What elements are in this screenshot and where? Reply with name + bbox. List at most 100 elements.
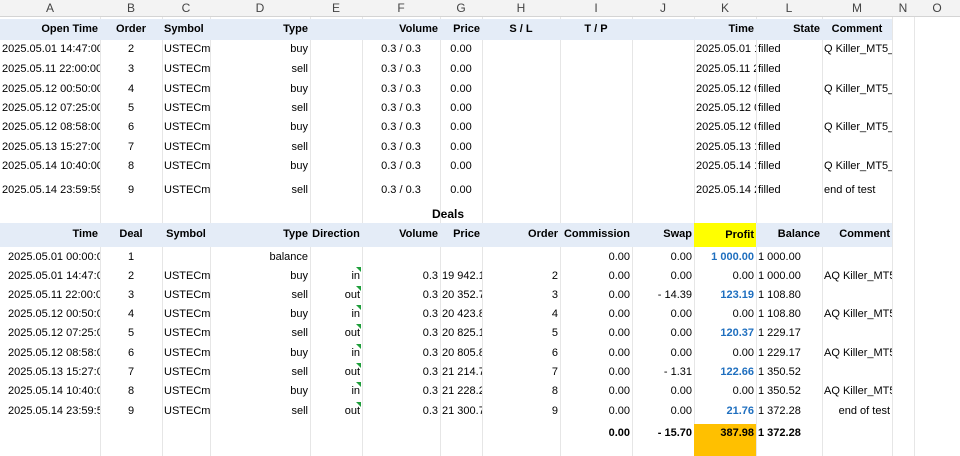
deals-header-10[interactable]: Profit: [694, 223, 756, 247]
column-header-b[interactable]: B: [100, 0, 162, 17]
orders-cell[interactable]: 2025.05.12 00:50:00: [694, 80, 756, 99]
deals-cell[interactable]: 0.00: [560, 363, 632, 382]
orders-cell[interactable]: buy: [210, 80, 310, 99]
deals-cell[interactable]: 1 372.28: [756, 402, 822, 421]
deals-cell[interactable]: 2025.05.12 08:58:00: [0, 344, 100, 363]
orders-cell[interactable]: 0.00: [440, 157, 482, 176]
deals-cell[interactable]: USTECm: [162, 324, 210, 343]
orders-cell[interactable]: filled: [756, 157, 822, 176]
deals-cell[interactable]: 3: [482, 286, 560, 305]
column-header-h[interactable]: H: [482, 0, 560, 17]
deals-cell[interactable]: 0.3: [362, 286, 440, 305]
orders-cell[interactable]: Q Killer_MT5_: [822, 118, 892, 137]
column-header-f[interactable]: F: [362, 0, 440, 17]
deals-cell[interactable]: in: [310, 305, 362, 324]
column-header-k[interactable]: K: [694, 0, 756, 17]
orders-header-1[interactable]: Order: [100, 20, 162, 39]
orders-cell[interactable]: 2025.05.11 22:00:00: [0, 60, 100, 79]
column-header-n[interactable]: N: [892, 0, 914, 17]
orders-cell[interactable]: filled: [756, 99, 822, 118]
deals-cell[interactable]: in: [310, 344, 362, 363]
orders-cell[interactable]: 2025.05.01 14:47:00: [694, 40, 756, 59]
deals-cell[interactable]: in: [310, 267, 362, 286]
deals-cell[interactable]: 0.3: [362, 344, 440, 363]
deals-cell[interactable]: 0.00: [560, 382, 632, 401]
deals-header-6[interactable]: Price: [440, 225, 482, 244]
deals-cell[interactable]: 2025.05.01 00:00:00: [0, 248, 100, 267]
deals-cell[interactable]: out: [310, 324, 362, 343]
orders-cell[interactable]: 0.3 / 0.3: [362, 181, 440, 200]
deals-cell[interactable]: 9: [482, 402, 560, 421]
orders-header-9[interactable]: [632, 20, 694, 39]
deals-cell[interactable]: AQ Killer_MT5_: [822, 344, 892, 363]
deals-cell[interactable]: 21 300.79: [440, 402, 482, 421]
column-header-o[interactable]: O: [914, 0, 960, 17]
orders-cell[interactable]: sell: [210, 99, 310, 118]
orders-cell[interactable]: 0.00: [440, 80, 482, 99]
deals-cell[interactable]: USTECm: [162, 402, 210, 421]
deals-cell[interactable]: 21.76: [694, 402, 756, 421]
column-header-j[interactable]: J: [632, 0, 694, 17]
deals-cell[interactable]: 1 000.00: [694, 248, 756, 267]
orders-cell[interactable]: 2025.05.14 23:59:59: [0, 181, 100, 200]
deals-cell[interactable]: 0.3: [362, 305, 440, 324]
orders-cell[interactable]: USTECm: [162, 40, 210, 59]
orders-cell[interactable]: 0.3 / 0.3: [362, 80, 440, 99]
deals-cell[interactable]: sell: [210, 363, 310, 382]
deals-header-8[interactable]: Commission: [560, 225, 632, 244]
orders-cell[interactable]: USTECm: [162, 138, 210, 157]
deals-header-2[interactable]: Symbol: [162, 225, 210, 244]
deals-cell[interactable]: USTECm: [162, 286, 210, 305]
deals-header-9[interactable]: Swap: [632, 225, 694, 244]
deals-cell[interactable]: 20 825.10: [440, 324, 482, 343]
deals-cell[interactable]: 0.00: [632, 402, 694, 421]
orders-cell[interactable]: 0.00: [440, 138, 482, 157]
deals-cell[interactable]: 0.00: [632, 248, 694, 267]
deals-header-12[interactable]: Comment: [822, 225, 892, 244]
deals-cell[interactable]: 120.37: [694, 324, 756, 343]
deals-cell[interactable]: 20 423.86: [440, 305, 482, 324]
deals-cell[interactable]: 21 214.70: [440, 363, 482, 382]
deals-cell[interactable]: 1 108.80: [756, 305, 822, 324]
deals-cell[interactable]: AQ Killer_MT5_: [822, 267, 892, 286]
deals-cell[interactable]: 1 350.52: [756, 363, 822, 382]
deals-cell[interactable]: 2025.05.13 15:27:00: [0, 363, 100, 382]
deals-cell[interactable]: end of test: [822, 402, 892, 421]
deals-header-5[interactable]: Volume: [362, 225, 440, 244]
deals-cell[interactable]: 2025.05.14 10:40:00: [0, 382, 100, 401]
orders-header-10[interactable]: Time: [694, 20, 756, 39]
orders-cell[interactable]: 4: [100, 80, 162, 99]
orders-cell[interactable]: filled: [756, 40, 822, 59]
total-swap[interactable]: - 15.70: [632, 424, 694, 443]
deals-cell[interactable]: 2025.05.01 14:47:00: [0, 267, 100, 286]
orders-cell[interactable]: 0.3 / 0.3: [362, 99, 440, 118]
orders-cell[interactable]: 0.00: [440, 99, 482, 118]
deals-cell[interactable]: in: [310, 382, 362, 401]
column-header-e[interactable]: E: [310, 0, 362, 17]
deals-cell[interactable]: out: [310, 363, 362, 382]
orders-cell[interactable]: sell: [210, 181, 310, 200]
deals-cell[interactable]: 0.00: [632, 324, 694, 343]
deals-cell[interactable]: 1 108.80: [756, 286, 822, 305]
column-header-i[interactable]: I: [560, 0, 632, 17]
deals-cell[interactable]: 0.00: [694, 267, 756, 286]
deals-cell[interactable]: 19 942.15: [440, 267, 482, 286]
orders-header-11[interactable]: State: [756, 20, 822, 39]
deals-cell[interactable]: 8: [482, 382, 560, 401]
deals-cell[interactable]: USTECm: [162, 267, 210, 286]
orders-cell[interactable]: 0.3 / 0.3: [362, 157, 440, 176]
column-header-l[interactable]: L: [756, 0, 822, 17]
orders-cell[interactable]: 2025.05.12 08:58:00: [694, 118, 756, 137]
deals-cell[interactable]: 0.00: [632, 305, 694, 324]
deals-cell[interactable]: AQ Killer_MT5_: [822, 382, 892, 401]
column-header-d[interactable]: D: [210, 0, 310, 17]
deals-cell[interactable]: 0.00: [560, 248, 632, 267]
deals-cell[interactable]: 0.3: [362, 402, 440, 421]
column-header-c[interactable]: C: [162, 0, 210, 17]
orders-cell[interactable]: 7: [100, 138, 162, 157]
deals-cell[interactable]: 8: [100, 382, 162, 401]
deals-cell[interactable]: 21 228.25: [440, 382, 482, 401]
deals-cell[interactable]: 0.3: [362, 363, 440, 382]
deals-cell[interactable]: buy: [210, 267, 310, 286]
deals-cell[interactable]: USTECm: [162, 305, 210, 324]
